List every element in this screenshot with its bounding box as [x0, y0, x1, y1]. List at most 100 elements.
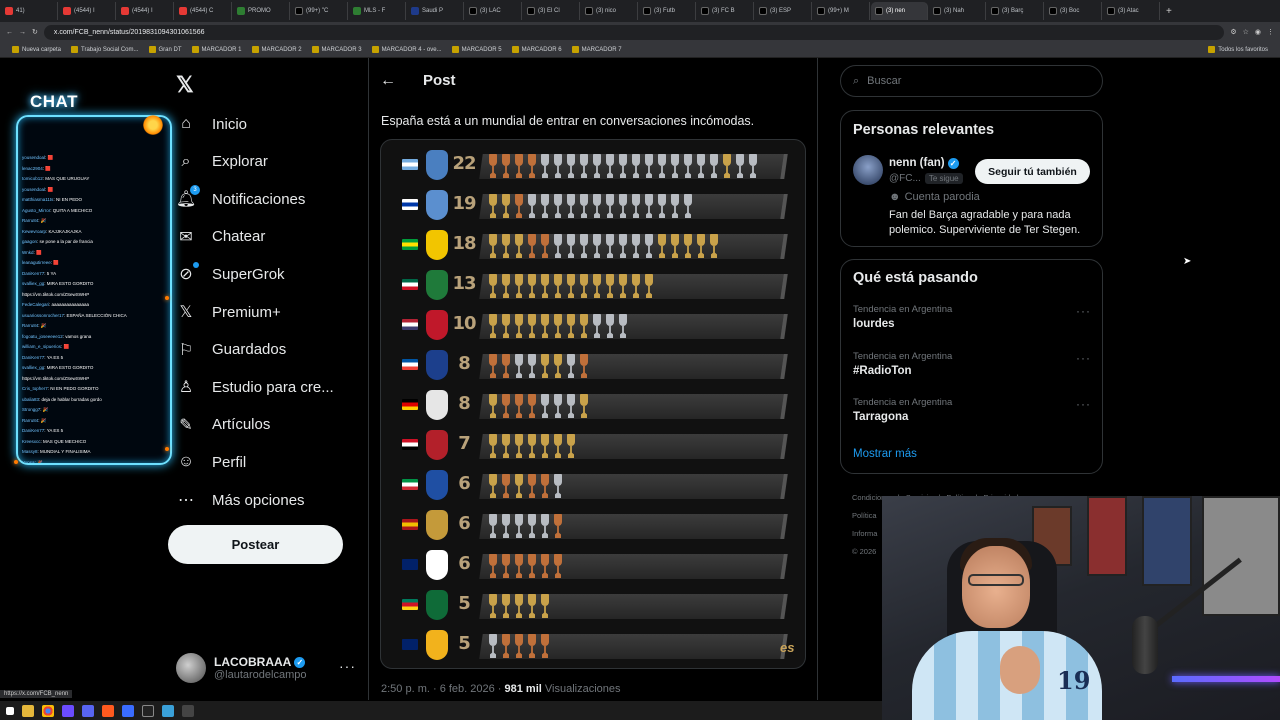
trophy-count: 7 — [458, 433, 471, 454]
browser-tab-bar: 41) (4544) I (4544) I (4544) C PROMO (99+) "C… — [0, 0, 1280, 22]
menu-icon[interactable]: ⋮ — [1267, 28, 1274, 36]
grok-icon: ⊘ — [176, 262, 199, 284]
reload-icon[interactable]: ↻ — [32, 28, 38, 36]
avatar[interactable] — [853, 155, 883, 185]
address-bar[interactable]: x.com/FCB_nenn/status/201983109430106156… — [43, 24, 1225, 40]
app-icon[interactable] — [62, 704, 74, 717]
browser-tab[interactable]: (3) LAC — [465, 2, 522, 20]
sidebar-item-supergrok[interactable]: ⊘ SuperGrok — [176, 260, 285, 288]
browser-tab[interactable]: (3) nen — [871, 2, 928, 20]
team-crest-icon — [426, 310, 448, 340]
browser-tab[interactable]: (99+) "C — [291, 2, 348, 20]
trend-item[interactable]: Tendencia en Argentina lourdes ··· — [853, 304, 1091, 330]
more-icon[interactable]: ··· — [1076, 397, 1091, 411]
bookmark-item[interactable]: MARCADOR 2 — [251, 46, 302, 53]
more-icon[interactable]: ··· — [1076, 351, 1091, 365]
tab-label: 41) — [16, 8, 25, 14]
sidebar-item-art-culos[interactable]: ✎ Artículos — [176, 411, 270, 439]
bookmark-item[interactable]: MARCADOR 7 — [571, 46, 622, 53]
microphone-icon — [1132, 616, 1158, 674]
post-button[interactable]: Postear — [168, 525, 343, 564]
show-more-link[interactable]: Mostrar más — [853, 448, 917, 460]
browser-tab[interactable]: (4544) C — [175, 2, 232, 20]
chrome-icon[interactable] — [42, 704, 54, 717]
trophy-icon — [643, 154, 655, 180]
bookmark-item[interactable]: Gran DT — [148, 46, 182, 53]
trophy-icon — [552, 234, 564, 260]
bookmark-star-icon[interactable]: ☆ — [1243, 28, 1249, 36]
browser-tab[interactable]: (3) Nah — [929, 2, 986, 20]
bookmark-item[interactable]: MARCADOR 5 — [451, 46, 502, 53]
footer-link[interactable]: © 2026 — [852, 547, 876, 556]
obs-icon[interactable] — [142, 704, 154, 717]
post-time[interactable]: 2:50 p. m. · 6 feb. 2026 · — [381, 683, 505, 695]
footer-link[interactable]: Política — [852, 511, 877, 520]
footer-link[interactable]: Informa — [852, 529, 877, 538]
post-image[interactable]: 22 19 18 13 10 8 8 7 6 6 6 5 5 — [380, 139, 806, 669]
sidebar-item-explorar[interactable]: ⌕ Explorar — [176, 148, 268, 176]
new-tab-button[interactable]: + — [1166, 6, 1172, 17]
browser-tab[interactable]: 41) — [1, 2, 58, 20]
sidebar-item-guardados[interactable]: ⚐ Guardados — [176, 336, 286, 364]
browser-tab[interactable]: (3) Atac — [1103, 2, 1160, 20]
app-icon[interactable] — [162, 704, 174, 717]
discord-icon[interactable] — [82, 704, 94, 717]
sidebar-item-inicio[interactable]: ⌂ Inicio — [176, 110, 247, 138]
account-switcher[interactable]: LACOBRAAA ✓ @lautarodelcampo — [176, 652, 356, 684]
app-icon[interactable] — [102, 704, 114, 717]
browser-tab[interactable]: PROMO — [233, 2, 290, 20]
search-input[interactable]: ⌕ Buscar — [840, 65, 1103, 97]
sidebar-item-notificaciones[interactable]: 🔔︎ 3 Notificaciones — [176, 185, 305, 213]
browser-tab[interactable]: (4544) I — [59, 2, 116, 20]
windows-start-icon[interactable] — [6, 706, 14, 715]
browser-tab[interactable]: (3) FC B — [697, 2, 754, 20]
browser-tab[interactable]: (99+) M — [813, 2, 870, 20]
profile-icon[interactable]: ◉ — [1255, 28, 1261, 36]
trophy-icon — [682, 234, 694, 260]
x-logo-icon[interactable]: 𝕏 — [176, 72, 194, 98]
bookmark-item[interactable]: Trabajo Social Com... — [71, 46, 139, 53]
browser-tab[interactable]: (3) Futb — [639, 2, 696, 20]
sidebar-item-perfil[interactable]: ☺ Perfil — [176, 448, 246, 476]
all-bookmarks[interactable]: Todos los favoritos — [1208, 46, 1268, 53]
browser-tab[interactable]: (3) El Cl — [523, 2, 580, 20]
more-icon[interactable]: ··· — [1076, 304, 1091, 318]
browser-tab[interactable]: (3) Boc — [1045, 2, 1102, 20]
follow-button[interactable]: Seguir tú también — [975, 159, 1090, 184]
sidebar-item-chatear[interactable]: ✉ Chatear — [176, 223, 265, 251]
sidebar-item-m-s-opciones[interactable]: ⋯ Más opciones — [176, 486, 305, 514]
browser-tab[interactable]: (3) ESP — [755, 2, 812, 20]
sidebar-item-estudio-para-cre[interactable]: ♙ Estudio para cre... — [176, 373, 334, 401]
more-icon[interactable]: ··· — [339, 658, 356, 674]
browser-tab[interactable]: (3) nico — [581, 2, 638, 20]
back-arrow-icon[interactable]: ← — [380, 72, 396, 90]
bookmark-item[interactable]: MARCADOR 4 - ove... — [371, 46, 442, 53]
team-crest-icon — [426, 590, 448, 620]
browser-tab[interactable]: (3) Barç — [987, 2, 1044, 20]
file-explorer-icon[interactable] — [22, 704, 34, 717]
trend-item[interactable]: Tendencia en Argentina #RadioTon ··· — [853, 351, 1091, 377]
app-icon[interactable] — [122, 704, 134, 717]
bookmark-item[interactable]: MARCADOR 3 — [311, 46, 362, 53]
trend-item[interactable]: Tendencia en Argentina Tarragona ··· — [853, 397, 1091, 423]
trophy-icon — [500, 594, 512, 620]
trophy-icon — [669, 234, 681, 260]
browser-tab[interactable]: (4544) I — [117, 2, 174, 20]
flag-icon — [402, 599, 418, 610]
tab-label: (3) Nah — [944, 8, 965, 14]
browser-tab[interactable]: Saudi P — [407, 2, 464, 20]
trophy-icon — [552, 194, 564, 220]
relevant-user-name[interactable]: nenn (fan) ✓ — [889, 157, 959, 169]
extensions-icon[interactable]: ⚙ — [1230, 28, 1236, 36]
chat-message: Kreesxcc: MAS QUE MECHICO — [22, 437, 166, 448]
trophy-list — [487, 550, 564, 580]
browser-tab[interactable]: MLS - F — [349, 2, 406, 20]
bookmark-item[interactable]: MARCADOR 1 — [191, 46, 242, 53]
back-icon[interactable]: ← — [6, 29, 13, 36]
team-row: 5 — [381, 588, 805, 622]
sidebar-item-premium[interactable]: 𝕏 Premium+ — [176, 298, 281, 326]
app-icon[interactable] — [182, 704, 194, 717]
bookmark-item[interactable]: MARCADOR 6 — [511, 46, 562, 53]
forward-icon[interactable]: → — [19, 29, 26, 36]
bookmark-item[interactable]: Nueva carpeta — [12, 46, 61, 53]
